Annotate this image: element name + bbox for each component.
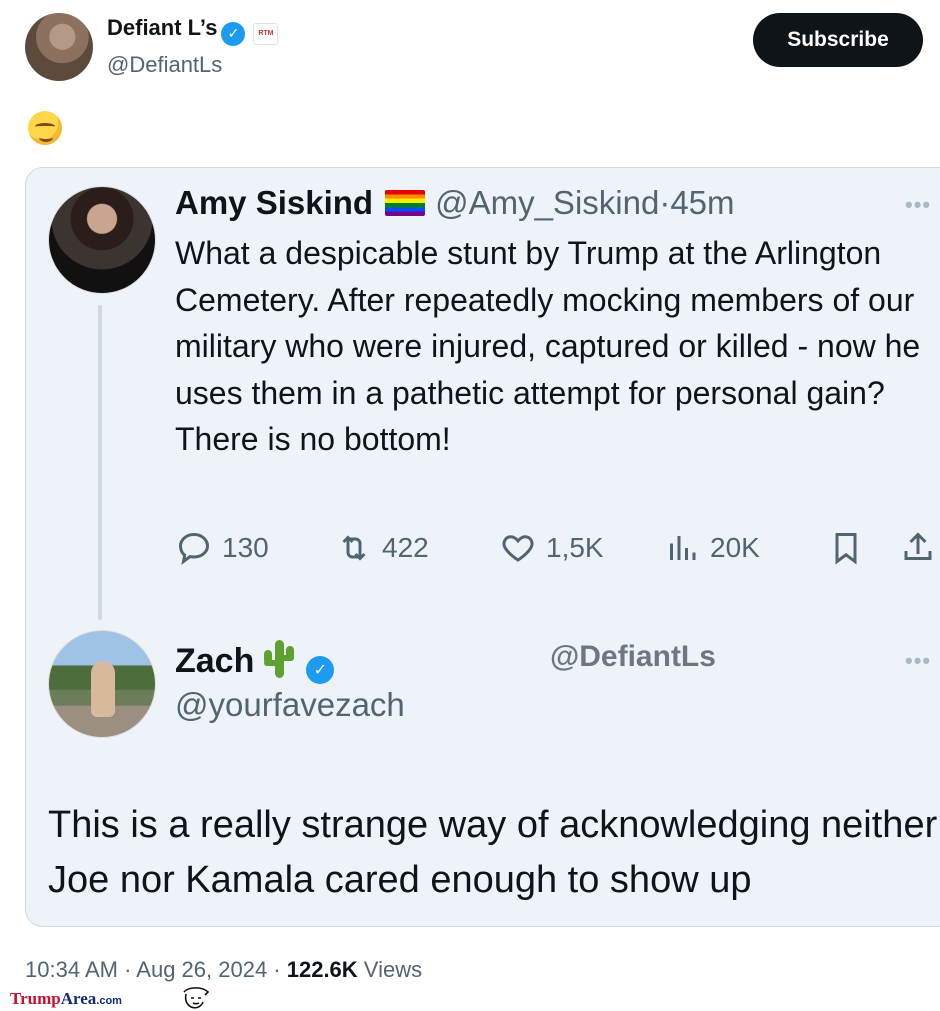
rainbow-flag-icon [385, 190, 426, 216]
heart-icon [502, 535, 534, 562]
reply-count: 130 [222, 532, 269, 563]
quoted-author-handle[interactable]: @Amy_Siskind [435, 184, 659, 221]
zach-avatar[interactable] [48, 630, 156, 738]
overlay-watermark-handle: @DefiantLs [550, 640, 716, 673]
retweet-icon [342, 535, 366, 561]
smirking-face-icon [28, 111, 62, 145]
like-button[interactable]: 1,5K [500, 528, 604, 568]
site-watermark-logo: TrumpArea.com [10, 989, 122, 1008]
retweet-button[interactable]: 422 [336, 528, 429, 568]
reply-button[interactable]: 130 [176, 528, 269, 568]
time-separator: · [659, 184, 671, 221]
tweet-metadata: 10:34 AM · Aug 26, 2024 · 122.6K Views [25, 957, 422, 983]
reply-tweet-text: This is a really strange way of acknowle… [48, 804, 938, 901]
tweet-views-label: Views [357, 957, 423, 982]
reply-author-handle[interactable]: @yourfavezach [175, 686, 405, 724]
share-button[interactable] [900, 528, 936, 568]
amy-avatar[interactable] [48, 186, 156, 294]
quoted-tweet-text: What a despicable stunt by Trump at the … [175, 235, 921, 457]
subscribe-button[interactable]: Subscribe [753, 13, 923, 67]
share-icon [904, 532, 932, 560]
quoted-author-name[interactable]: Amy Siskind [175, 184, 373, 221]
like-count: 1,5K [546, 532, 604, 563]
retweet-count: 422 [382, 532, 429, 563]
author-handle[interactable]: @DefiantLs [107, 52, 222, 78]
caricature-face-icon [183, 987, 210, 1009]
affiliate-badge-icon[interactable]: RTM [253, 23, 279, 45]
author-name[interactable]: Defiant L’s [107, 15, 217, 40]
reply-icon [178, 532, 210, 566]
quoted-tweet-time[interactable]: 45m [670, 184, 734, 221]
reply-author-name-row[interactable]: Zach ✓ [175, 640, 335, 684]
bookmark-button[interactable] [828, 528, 864, 568]
views-count: 20K [710, 532, 760, 563]
author-name-row[interactable]: Defiant L’s ✓ RTM [107, 15, 279, 46]
verified-badge-icon: ✓ [306, 656, 335, 684]
verified-badge-icon: ✓ [221, 21, 246, 46]
reply-author-name[interactable]: Zach [175, 642, 254, 680]
analytics-bars-icon [670, 536, 696, 560]
thread-connector-line [98, 305, 102, 620]
author-avatar[interactable] [25, 13, 93, 81]
more-options-icon[interactable]: ••• [905, 192, 931, 218]
more-options-icon[interactable]: ••• [905, 648, 931, 674]
tweet-views-count: 122.6K [286, 957, 358, 982]
bookmark-icon [835, 533, 857, 565]
cactus-icon [264, 640, 295, 678]
quoted-tweet-header: Amy Siskind @Amy_Siskind·45m [175, 184, 735, 222]
views-button[interactable]: 20K [664, 528, 760, 568]
tweet-timestamp[interactable]: 10:34 AM · Aug 26, 2024 · [25, 957, 287, 982]
